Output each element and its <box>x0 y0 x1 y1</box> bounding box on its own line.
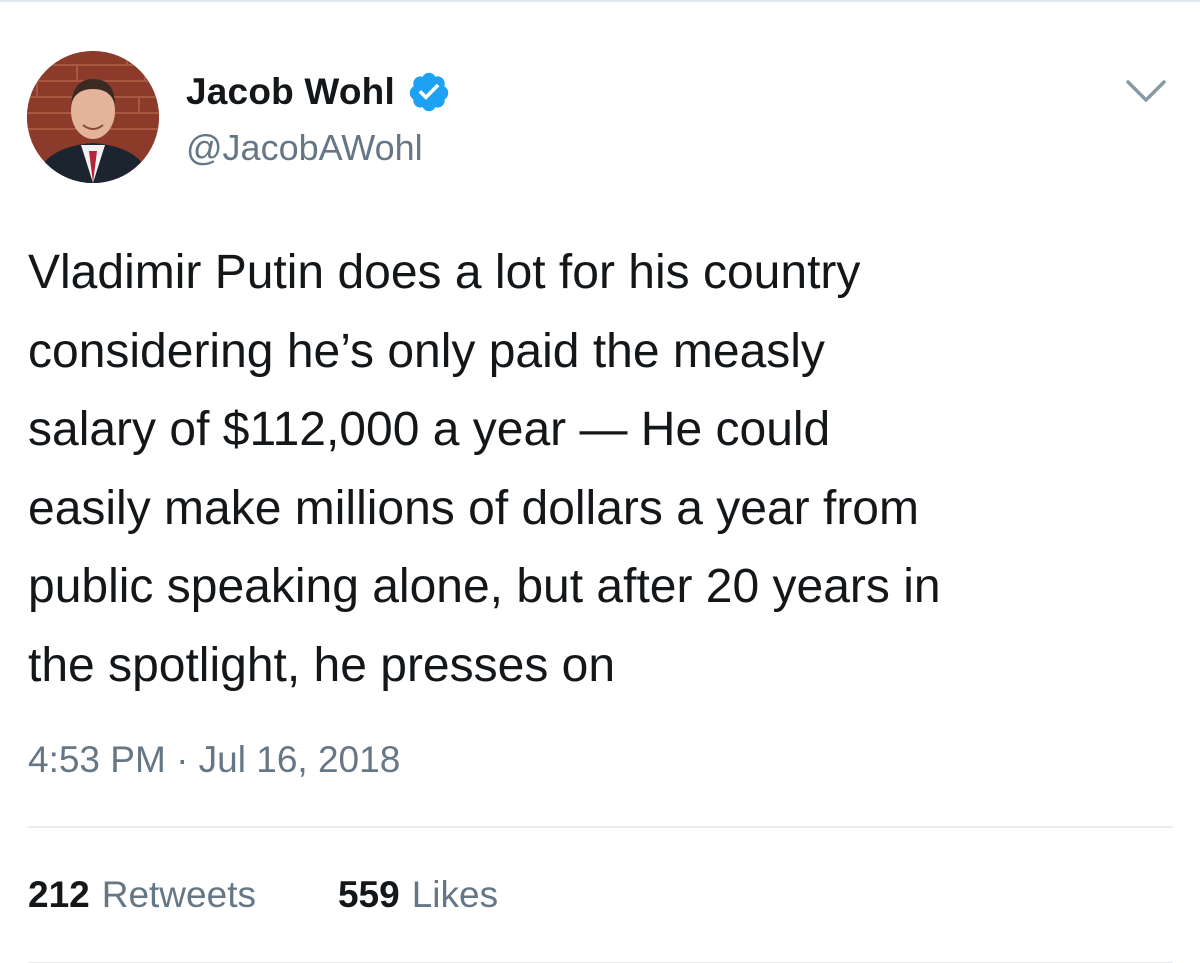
tweet-stats: 212 Retweets 559 Likes <box>28 873 498 917</box>
tweet-menu-button[interactable] <box>1124 76 1168 106</box>
author-display-name[interactable]: Jacob Wohl <box>186 70 395 114</box>
likes-stat[interactable]: 559 Likes <box>338 873 498 917</box>
verified-badge-icon <box>409 72 449 112</box>
author-name-row[interactable]: Jacob Wohl <box>186 70 451 114</box>
likes-label: Likes <box>411 874 499 915</box>
tweet-card: Jacob Wohl @JacobAWohl Vladimir Putin do… <box>0 0 1200 963</box>
tweet-text: Vladimir Putin does a lot for his countr… <box>28 246 941 692</box>
retweets-label: Retweets <box>101 874 256 915</box>
tweet-timestamp[interactable]: 4:53 PM · Jul 16, 2018 <box>28 738 400 782</box>
avatar-image <box>27 51 159 183</box>
divider <box>28 826 1173 828</box>
chevron-down-icon <box>1126 80 1166 102</box>
likes-count: 559 <box>337 874 400 915</box>
author-handle[interactable]: @JacobAWohl <box>186 126 423 170</box>
top-divider <box>0 0 1200 2</box>
retweets-stat[interactable]: 212 Retweets <box>28 873 256 917</box>
avatar[interactable] <box>27 51 159 183</box>
retweets-count: 212 <box>28 874 90 915</box>
